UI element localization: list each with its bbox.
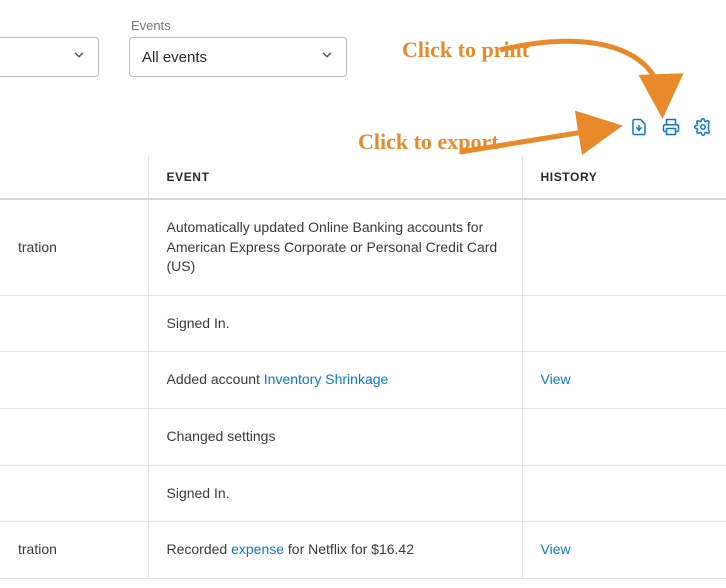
event-text: Added account	[167, 371, 264, 387]
table-row: Signed In.	[0, 295, 726, 352]
cell-history	[522, 199, 726, 295]
cell-history: View	[522, 522, 726, 579]
table-row: tration Automatically updated Online Bank…	[0, 199, 726, 295]
event-text: Recorded	[167, 541, 232, 557]
cell-user	[0, 352, 148, 409]
print-icon[interactable]	[662, 118, 680, 136]
cell-event: Recorded expense for Netflix for $16.42	[148, 522, 522, 579]
cell-user	[0, 465, 148, 522]
cell-history	[522, 465, 726, 522]
chevron-down-icon	[320, 48, 334, 67]
table-row: Changed settings	[0, 408, 726, 465]
table-row: Added account Inventory Shrinkage View	[0, 352, 726, 409]
events-value: All events	[142, 49, 207, 66]
event-text: for Netflix for $16.42	[284, 541, 414, 557]
annotation-export-label: Click to export	[358, 130, 499, 154]
event-text: Automatically updated Online Banking acc…	[167, 219, 498, 274]
cell-user: tration	[0, 199, 148, 295]
cell-user	[0, 408, 148, 465]
cell-user	[0, 295, 148, 352]
event-link[interactable]: Inventory Shrinkage	[264, 371, 389, 387]
event-text: Signed In.	[167, 315, 230, 331]
cell-history	[522, 295, 726, 352]
cell-history	[522, 408, 726, 465]
events-label: Events	[129, 18, 347, 33]
cell-event: Signed In.	[148, 465, 522, 522]
export-icon[interactable]	[630, 118, 648, 136]
view-link[interactable]: View	[541, 371, 571, 387]
column-header-user	[0, 156, 148, 199]
cell-event: Changed settings	[148, 408, 522, 465]
table-row: trationRecorded expense for Netflix for …	[0, 522, 726, 579]
cell-event: Added account Inventory Shrinkage	[148, 352, 522, 409]
event-text: Signed In.	[167, 485, 230, 501]
activity-table: EVENT HISTORY tration Automatically updat…	[0, 156, 726, 579]
view-link[interactable]: View	[541, 541, 571, 557]
event-text: Changed settings	[167, 428, 276, 444]
column-header-event: EVENT	[148, 156, 522, 199]
column-header-history: HISTORY	[522, 156, 726, 199]
filter-bar: Events All events	[0, 0, 726, 77]
cell-user: tration	[0, 522, 148, 579]
cell-event: Automatically updated Online Banking acc…	[148, 199, 522, 295]
table-row: Signed In.	[0, 465, 726, 522]
cell-history: View	[522, 352, 726, 409]
events-dropdown[interactable]: All events	[129, 37, 347, 77]
event-link[interactable]: expense	[231, 541, 284, 557]
toolbar	[630, 118, 712, 136]
cell-event: Signed In.	[148, 295, 522, 352]
chevron-down-icon	[72, 48, 86, 67]
gear-icon[interactable]	[694, 118, 712, 136]
filter-dropdown-left[interactable]	[0, 37, 99, 77]
